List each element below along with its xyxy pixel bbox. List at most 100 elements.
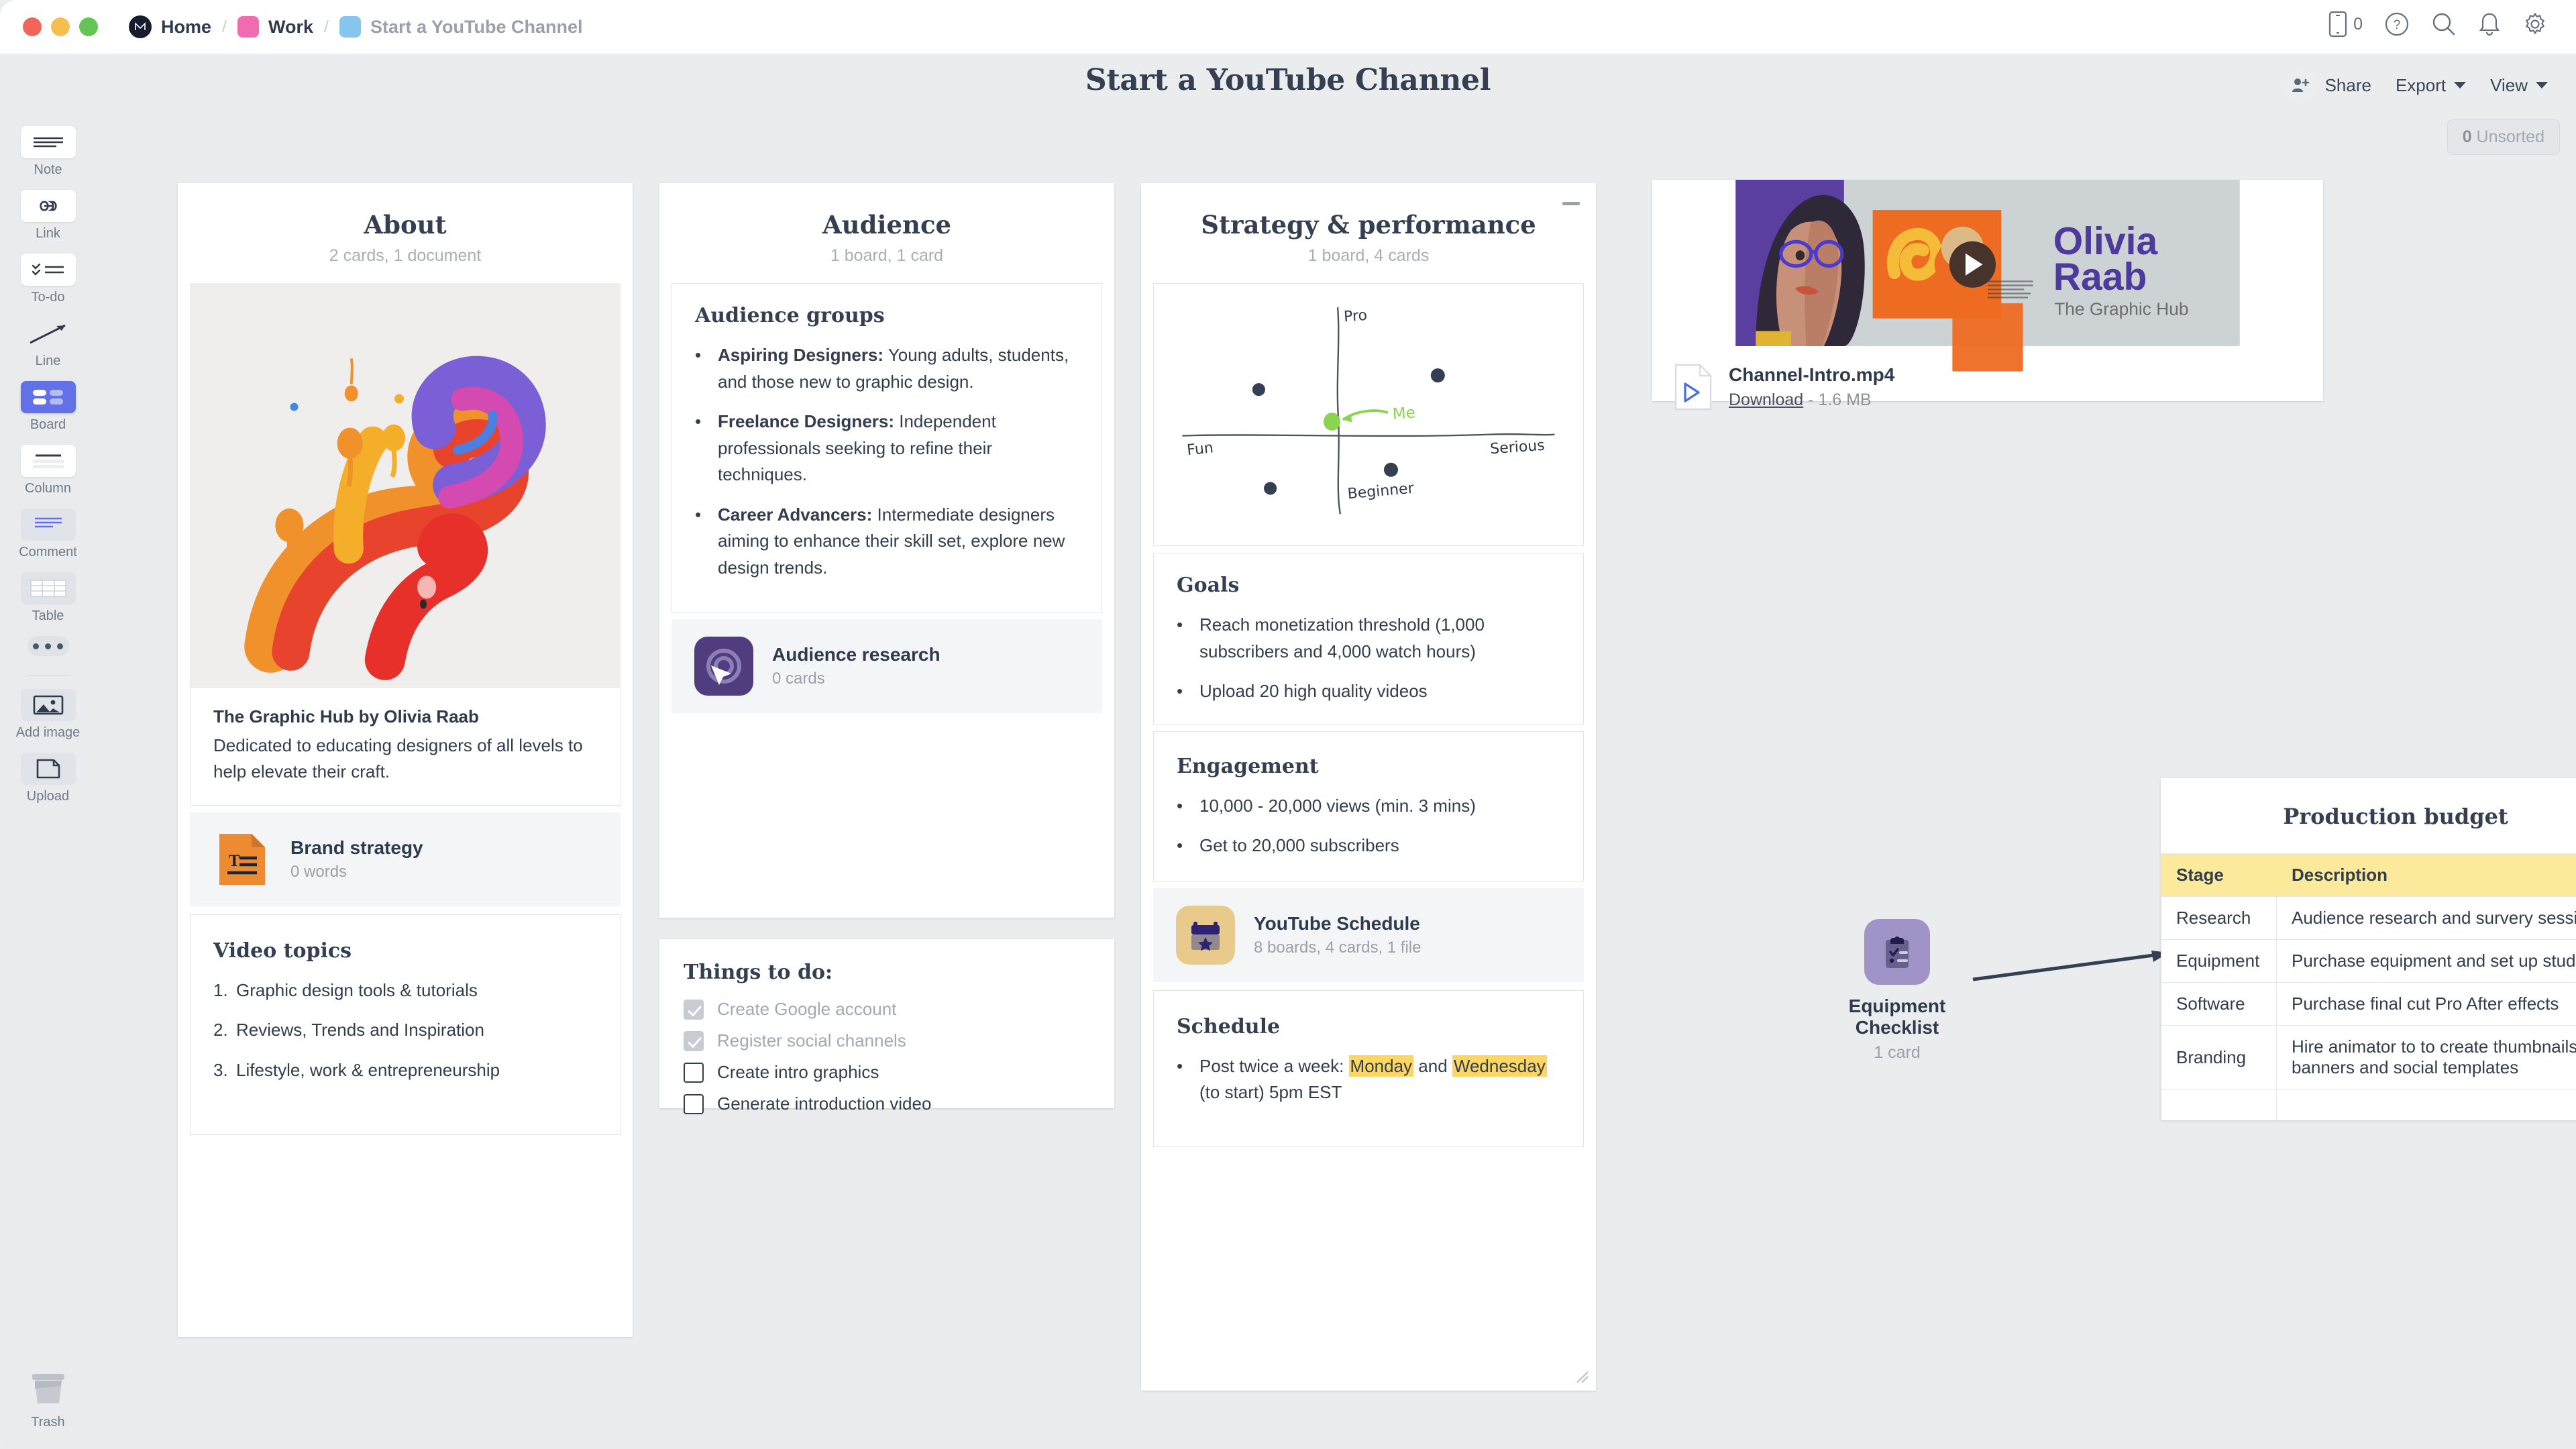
cell-description: Purchase final cut Pro After effects (2276, 982, 2576, 1026)
svg-text:?: ? (2394, 18, 2401, 32)
table-row[interactable]: Branding Hire animator to to create thum… (2161, 1025, 2576, 1089)
svg-text:Pro: Pro (1343, 307, 1368, 325)
breadcrumb-item-work[interactable]: Work (237, 16, 313, 38)
svg-text:Beginner: Beginner (1347, 480, 1415, 503)
tool-note[interactable]: Note (0, 126, 96, 178)
list-item-text: Graphic design tools & tutorials (236, 979, 478, 1000)
breadcrumb-label: Start a YouTube Channel (370, 16, 583, 37)
list-item: • 10,000 - 20,000 views (min. 3 mins) (1177, 793, 1560, 820)
breadcrumb-item-home[interactable]: Home (129, 15, 211, 38)
column-title: Strategy & performance (1201, 210, 1536, 239)
board-card-youtube-schedule[interactable]: YouTube Schedule 8 boards, 4 cards, 1 fi… (1153, 888, 1584, 982)
note-card-about[interactable]: The Graphic Hub by Olivia Raab Dedicated… (190, 686, 621, 806)
tool-upload[interactable]: Upload (0, 753, 96, 804)
sketch-card-quadrant-matrix[interactable]: Pro Beginner Fun Serious Me (1153, 283, 1584, 546)
board-meta: 8 boards, 4 cards, 1 file (1254, 938, 1421, 957)
column-strategy[interactable]: Strategy & performance 1 board, 4 cards … (1141, 183, 1596, 1391)
breadcrumb-separator: / (222, 17, 227, 36)
checkbox-unchecked-icon[interactable] (684, 1093, 704, 1114)
table-row[interactable]: Research Audience research and survery s… (2161, 896, 2576, 940)
note-card-engagement[interactable]: Engagement • 10,000 - 20,000 views (min. … (1153, 731, 1584, 881)
tool-link[interactable]: Link (0, 190, 96, 241)
video-thumbnail[interactable]: Olivia Raab The Graphic Hub (1652, 180, 2323, 372)
column-header: Audience 1 board, 1 card (659, 183, 1114, 283)
note-card-video-topics[interactable]: Video topics 1. Graphic design tools & tu… (190, 914, 621, 1136)
card-heading: Goals (1177, 574, 1240, 597)
todo-card-things-to-do[interactable]: Things to do: Create Google account Regi… (659, 939, 1114, 1114)
checkbox-checked-icon[interactable] (684, 1030, 704, 1051)
list-item-text: 10,000 - 20,000 views (min. 3 mins) (1199, 795, 1476, 816)
svg-text:Raab: Raab (2053, 256, 2147, 299)
tool-board[interactable]: Board (0, 381, 96, 433)
todo-label: Register social channels (717, 1030, 906, 1051)
search-icon[interactable] (2431, 11, 2457, 37)
document-card-brand-strategy[interactable]: T Brand strategy 0 words (190, 812, 621, 906)
board-equipment-checklist[interactable]: Equipment Checklist 1 card (1807, 919, 1988, 1063)
close-window-button[interactable] (23, 17, 42, 36)
tool-label: Line (35, 354, 61, 368)
breadcrumb-item-current[interactable]: Start a YouTube Channel (339, 16, 583, 38)
board-meta: 0 cards (772, 669, 825, 688)
list-item-term: Freelance Designers: (718, 411, 895, 432)
share-button[interactable]: Share (2283, 68, 2371, 102)
tool-more[interactable] (0, 636, 96, 656)
clipboard-checklist-icon (1864, 919, 1930, 985)
export-button[interactable]: Export (2396, 75, 2467, 96)
column-about[interactable]: About 2 cards, 1 document The Graphic Hu… (178, 183, 633, 1337)
settings-gear-icon[interactable] (2522, 11, 2548, 37)
mobile-icon[interactable]: 0 (2328, 11, 2363, 38)
tool-todo[interactable]: To-do (0, 254, 96, 305)
table-row[interactable]: Equipment Purchase equipment and set up … (2161, 939, 2576, 983)
tool-column[interactable]: Column (0, 445, 96, 496)
checkbox-unchecked-icon[interactable] (684, 1062, 704, 1083)
table-row-empty[interactable] (2161, 1089, 2576, 1120)
unsorted-badge[interactable]: 0 Unsorted (2447, 119, 2560, 155)
window-traffic-lights (23, 17, 98, 36)
highlight-monday: Monday (1348, 1055, 1414, 1077)
maximize-window-button[interactable] (79, 17, 98, 36)
blue-square-icon (339, 16, 361, 38)
card-heading: Video topics (213, 938, 352, 963)
page-title: Start a YouTube Channel (1085, 63, 1491, 97)
chevron-down-icon (2454, 82, 2467, 89)
todo-item[interactable]: Generate introduction video (684, 1093, 1090, 1114)
notifications-icon[interactable] (2478, 11, 2501, 37)
todo-item[interactable]: Register social channels (684, 1030, 1090, 1051)
tool-comment[interactable]: Comment (0, 508, 96, 560)
column-audience[interactable]: Audience 1 board, 1 card Audience groups… (659, 183, 1114, 918)
budget-table[interactable]: Stage Description Research Audience rese… (2161, 853, 2576, 1120)
todo-item[interactable]: Create intro graphics (684, 1062, 1090, 1083)
tool-table[interactable]: Table (0, 572, 96, 624)
collapse-column-button[interactable] (1562, 202, 1580, 205)
dot (33, 643, 39, 649)
board-meta: 1 card (1874, 1043, 1921, 1062)
calendar-star-icon (1176, 905, 1235, 965)
minimize-window-button[interactable] (51, 17, 70, 36)
tool-add-image[interactable]: Add image (0, 689, 96, 741)
tool-line[interactable]: Line (0, 317, 96, 369)
tool-trash[interactable]: Trash (0, 1371, 96, 1430)
column-subtitle: 2 cards, 1 document (329, 246, 482, 265)
checkbox-checked-icon[interactable] (684, 999, 704, 1020)
board-card-audience-research[interactable]: Audience research 0 cards (672, 619, 1102, 714)
table-row[interactable]: Software Purchase final cut Pro After ef… (2161, 982, 2576, 1026)
todo-item[interactable]: Create Google account (684, 999, 1090, 1020)
note-card-audience-groups[interactable]: Audience groups • Aspiring Designers: You… (672, 283, 1102, 613)
board-canvas[interactable]: 0 Unsorted About 2 cards, 1 document The… (96, 107, 2576, 1449)
column-subtitle: 1 board, 1 card (830, 246, 944, 265)
view-button[interactable]: View (2490, 75, 2548, 96)
table-card-production-budget[interactable]: Production budget Stage Description Rese… (2161, 778, 2576, 1120)
help-icon[interactable]: ? (2384, 11, 2410, 37)
list-item: • Get to 20,000 subscribers (1177, 833, 1560, 859)
note-card-goals[interactable]: Goals • Reach monetization threshold (1,0… (1153, 553, 1584, 724)
column-icon (20, 445, 76, 477)
media-card-channel-intro[interactable]: Olivia Raab The Graphic Hub Channel-Intr… (1652, 180, 2323, 411)
cell-stage: Branding (2161, 1025, 2277, 1089)
note-card-schedule[interactable]: Schedule • Post twice a week: Monday and… (1153, 989, 1584, 1147)
pink-square-icon (237, 16, 259, 38)
download-link[interactable]: Download (1729, 390, 1803, 409)
breadcrumb: Home / Work / Start a YouTube Channel (129, 15, 582, 38)
image-card-paint-splash[interactable] (190, 283, 621, 687)
resize-handle[interactable] (1574, 1369, 1589, 1383)
toolbar-divider (26, 675, 70, 676)
